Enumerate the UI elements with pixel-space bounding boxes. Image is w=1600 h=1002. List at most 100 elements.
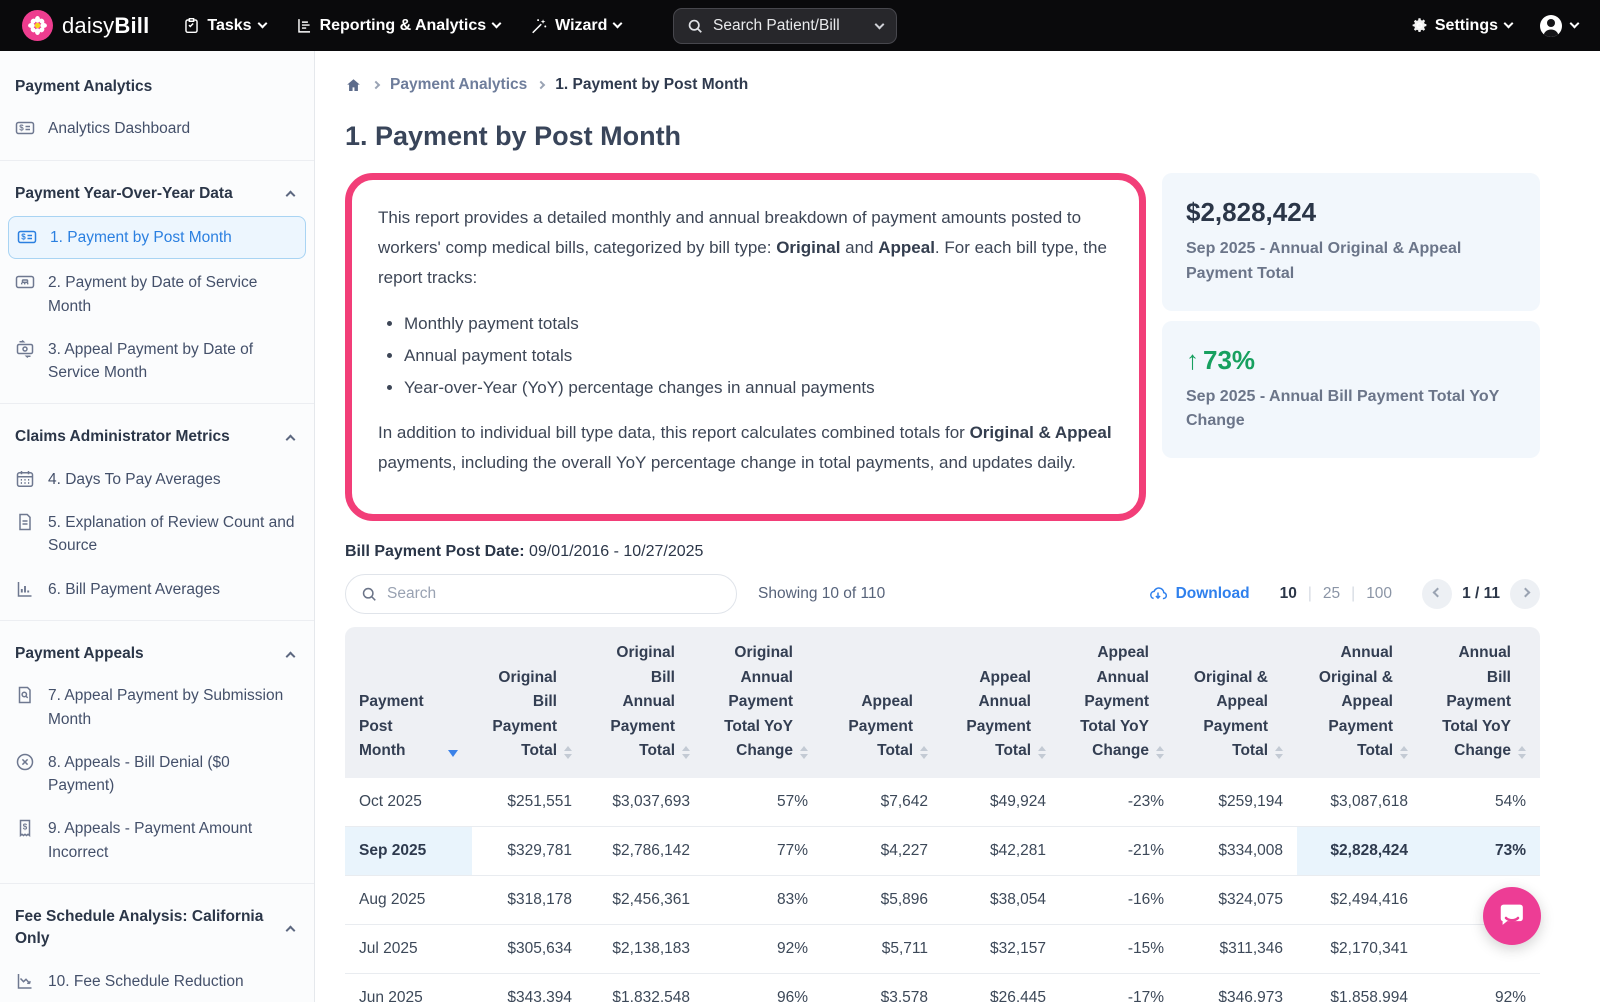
- cell-value: $2,494,416: [1297, 876, 1422, 925]
- circle-x-icon: [15, 752, 35, 772]
- cell-value: $311,346: [1178, 925, 1297, 974]
- sort-icon: [564, 746, 572, 764]
- column-header-original-bill-annual-payment-total[interactable]: Original Bill Annual Payment Total: [586, 627, 704, 777]
- cell-value: $3,037,693: [586, 778, 704, 827]
- brand-logo-group[interactable]: daisyBill: [22, 10, 149, 41]
- sidebar-item-appeal-payment-by-submission-month[interactable]: 7. Appeal Payment by Submission Month: [0, 674, 314, 741]
- page-title: 1. Payment by Post Month: [345, 121, 1540, 152]
- column-header-original-annual-yoy-change[interactable]: Original Annual Payment Total YoY Change: [704, 627, 822, 777]
- money-transfer-icon: [15, 339, 35, 359]
- sort-descending-icon: [448, 750, 458, 757]
- column-header-payment-post-month[interactable]: Payment Post Month: [345, 627, 472, 777]
- sidebar-item-eor-count-source[interactable]: 5. Explanation of Review Count and Sourc…: [0, 501, 314, 568]
- cell-month: Jun 2025: [345, 974, 472, 1002]
- divider: [0, 403, 314, 404]
- summary-cards: $2,828,424 Sep 2025 - Annual Original & …: [1162, 173, 1540, 521]
- cell-value: 57%: [704, 778, 822, 827]
- money-check-icon: $: [15, 118, 35, 138]
- table-search: [345, 574, 737, 614]
- cell-value: -21%: [1060, 827, 1178, 876]
- divider: [0, 620, 314, 621]
- page-size-100[interactable]: 100: [1366, 585, 1392, 603]
- cell-value: $2,170,341: [1297, 925, 1422, 974]
- document-search-icon: [15, 685, 35, 705]
- cell-value: 96%: [704, 974, 822, 1002]
- column-header-original-appeal-payment-total[interactable]: Original & Appeal Payment Total: [1178, 627, 1297, 777]
- report-chart-icon: [296, 17, 313, 34]
- sidebar-heading-fee-schedule-analysis[interactable]: Fee Schedule Analysis: California Only: [0, 893, 314, 960]
- sidebar-item-days-to-pay-averages[interactable]: 4. Days To Pay Averages: [0, 458, 314, 501]
- cell-value: -23%: [1060, 778, 1178, 827]
- sidebar-item-payment-by-dos-month[interactable]: 2. Payment by Date of Service Month: [0, 261, 314, 328]
- cell-value: $7,642: [822, 778, 942, 827]
- sidebar-heading-claims-admin-metrics[interactable]: Claims Administrator Metrics: [0, 413, 314, 457]
- sidebar-heading-payment-yoy[interactable]: Payment Year-Over-Year Data: [0, 170, 314, 214]
- column-header-annual-bill-payment-yoy-change[interactable]: Annual Bill Payment Total YoY Change: [1422, 627, 1540, 777]
- cell-value: $318,178: [472, 876, 586, 925]
- bar-chart-icon: [15, 579, 35, 599]
- sidebar-item-appeals-bill-denial[interactable]: 8. Appeals - Bill Denial ($0 Payment): [0, 741, 314, 808]
- cell-value: $1,858,994: [1297, 974, 1422, 1002]
- previous-page-button[interactable]: [1422, 579, 1452, 609]
- cell-value: $2,138,183: [586, 925, 704, 974]
- cell-value: $42,281: [942, 827, 1060, 876]
- sidebar-item-fee-schedule-reduction[interactable]: 10. Fee Schedule Reduction: [0, 960, 314, 1002]
- breadcrumb-separator-icon: [372, 81, 380, 89]
- page-size-25[interactable]: 25: [1323, 585, 1340, 603]
- sidebar-heading-payment-appeals[interactable]: Payment Appeals: [0, 630, 314, 674]
- nav-reporting-analytics[interactable]: Reporting & Analytics: [296, 17, 501, 35]
- nav-settings[interactable]: Settings: [1411, 17, 1512, 35]
- pagination: 1 / 11: [1422, 579, 1540, 609]
- chevron-down-icon: [613, 19, 623, 29]
- chevron-up-icon: [286, 651, 296, 661]
- page-size-divider: |: [1308, 585, 1312, 603]
- sidebar-item-analytics-dashboard[interactable]: $ Analytics Dashboard: [0, 107, 314, 150]
- cell-value: $49,924: [942, 778, 1060, 827]
- cloud-download-icon: [1148, 584, 1168, 604]
- cell-value: $32,157: [942, 925, 1060, 974]
- column-header-annual-original-appeal-payment-total[interactable]: Annual Original & Appeal Payment Total: [1297, 627, 1422, 777]
- sort-icon: [1038, 746, 1046, 764]
- page-size-10[interactable]: 10: [1280, 585, 1297, 603]
- download-button[interactable]: Download: [1148, 584, 1250, 604]
- sort-icon: [920, 746, 928, 764]
- column-header-appeal-annual-payment-total[interactable]: Appeal Annual Payment Total: [942, 627, 1060, 777]
- cell-value: $324,075: [1178, 876, 1297, 925]
- nav-tasks[interactable]: Tasks: [183, 17, 265, 35]
- cell-value: $26,445: [942, 974, 1060, 1002]
- bullet-item: Monthly payment totals: [404, 309, 1113, 339]
- breadcrumb-payment-analytics[interactable]: Payment Analytics: [390, 76, 527, 94]
- sidebar: Payment Analytics $ Analytics Dashboard …: [0, 51, 315, 1002]
- cell-value: 92%: [1422, 974, 1540, 1002]
- sidebar-item-bill-payment-averages[interactable]: 6. Bill Payment Averages: [0, 568, 314, 611]
- column-header-appeal-annual-yoy-change[interactable]: Appeal Annual Payment Total YoY Change: [1060, 627, 1178, 777]
- column-header-original-bill-payment-total[interactable]: Original Bill Payment Total: [472, 627, 586, 777]
- chevron-down-icon: [1504, 19, 1514, 29]
- sidebar-item-payment-by-post-month[interactable]: $ 1. Payment by Post Month: [8, 216, 306, 259]
- sidebar-item-appeal-payment-by-dos-month[interactable]: 3. Appeal Payment by Date of Service Mon…: [0, 328, 314, 395]
- table-toolbar: Showing 10 of 110 Download 10 | 25 | 100…: [345, 574, 1540, 614]
- bullet-item: Year-over-Year (YoY) percentage changes …: [404, 373, 1113, 403]
- chat-widget-button[interactable]: [1483, 887, 1541, 945]
- cell-value: $305,634: [472, 925, 586, 974]
- nav-account[interactable]: [1538, 13, 1578, 39]
- bill-payment-post-date: Bill Payment Post Date: 09/01/2016 - 10/…: [345, 543, 1540, 561]
- calendar-icon: [15, 469, 35, 489]
- nav-wizard[interactable]: Wizard: [530, 17, 621, 35]
- payment-by-post-month-table: Payment Post Month Original Bill Payment…: [345, 627, 1540, 1002]
- sidebar-item-appeals-payment-amount-incorrect[interactable]: $ 9. Appeals - Payment Amount Incorrect: [0, 807, 314, 874]
- page-size-divider: |: [1351, 585, 1355, 603]
- patient-bill-search[interactable]: Search Patient/Bill: [673, 8, 897, 44]
- table-header-row: Payment Post Month Original Bill Payment…: [345, 627, 1540, 777]
- search-input[interactable]: [387, 585, 721, 603]
- summary-card-label: Sep 2025 - Annual Original & Appeal Paym…: [1186, 237, 1516, 287]
- sort-icon: [800, 746, 808, 764]
- user-avatar-icon: [1538, 13, 1564, 39]
- chart-trend-down-icon: [15, 971, 35, 991]
- home-icon[interactable]: [345, 77, 362, 94]
- cell-value: -16%: [1060, 876, 1178, 925]
- cell-value: $259,194: [1178, 778, 1297, 827]
- cell-value: $251,551: [472, 778, 586, 827]
- column-header-appeal-payment-total[interactable]: Appeal Payment Total: [822, 627, 942, 777]
- next-page-button[interactable]: [1510, 579, 1540, 609]
